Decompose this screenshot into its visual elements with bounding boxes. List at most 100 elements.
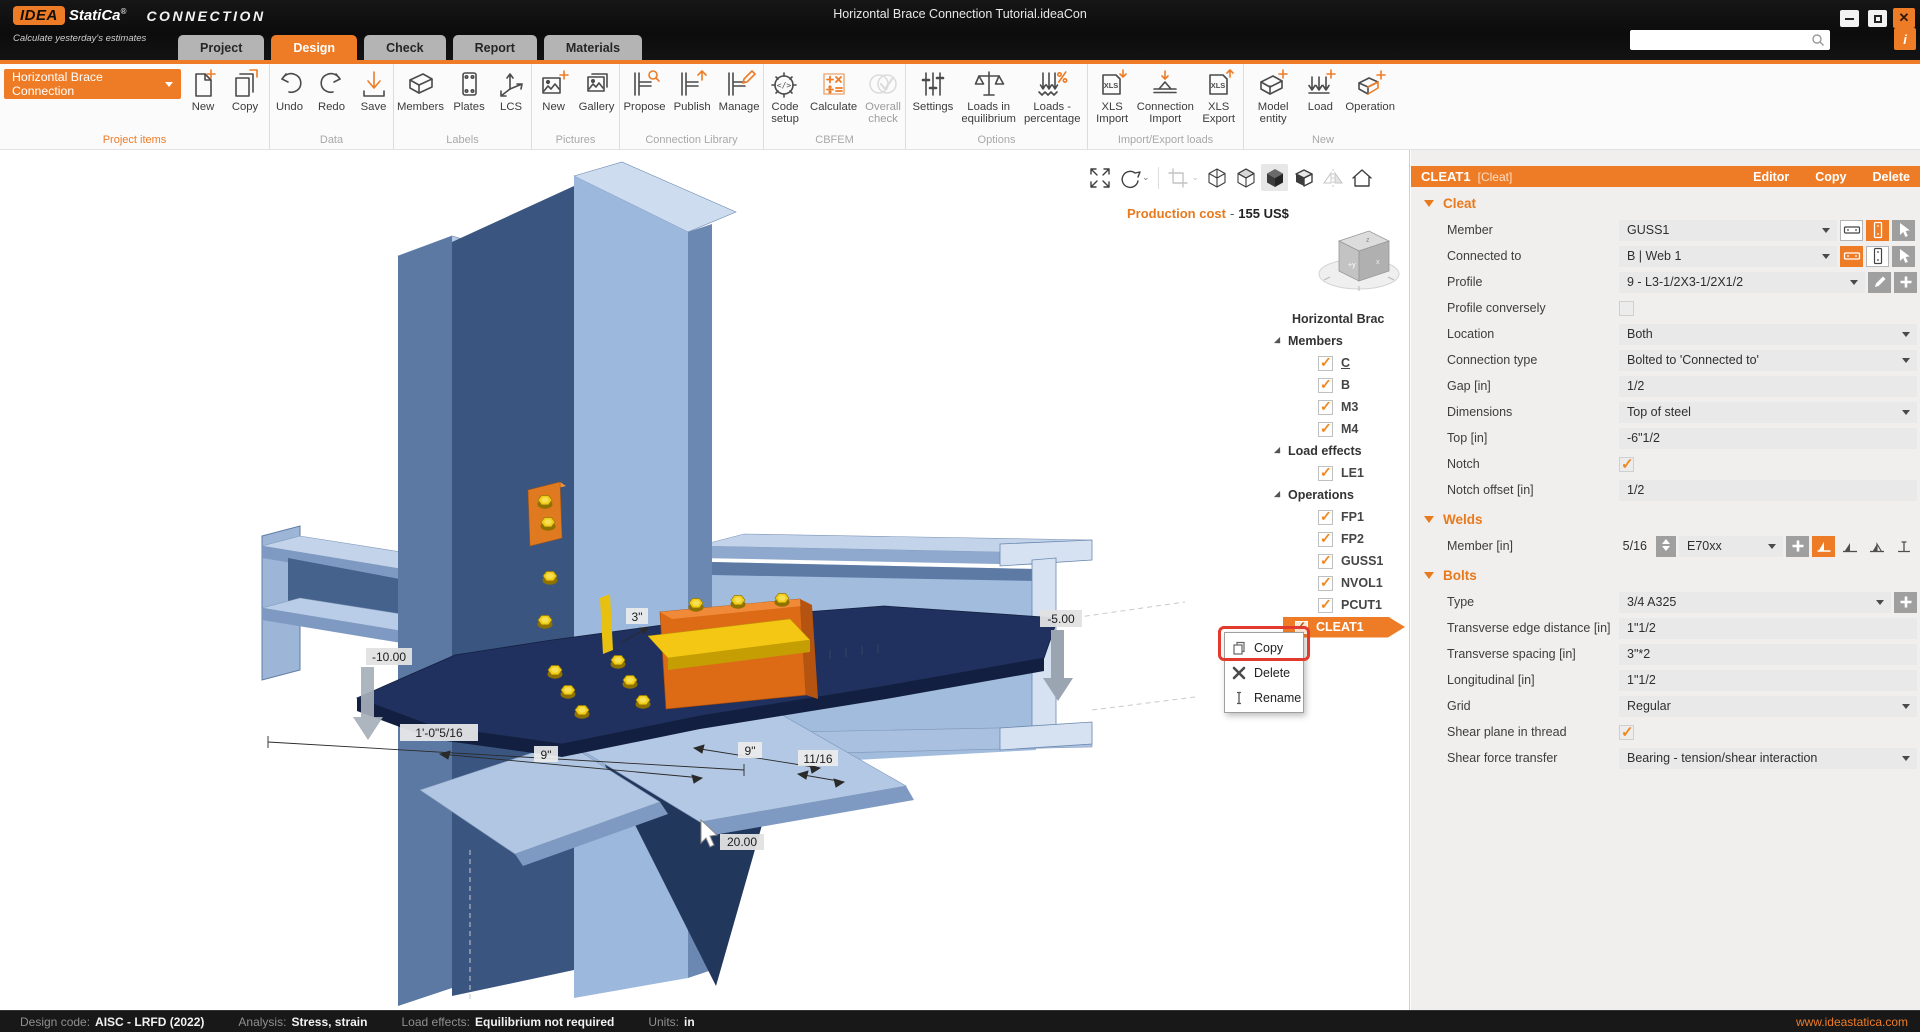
- tree-item-b[interactable]: B: [1262, 374, 1412, 396]
- context-menu-rename[interactable]: Rename: [1225, 685, 1303, 710]
- search-box[interactable]: [1630, 30, 1830, 50]
- checkbox-checked[interactable]: [1318, 400, 1333, 415]
- tree-item-guss1[interactable]: GUSS1: [1262, 550, 1412, 572]
- edit-profile-button[interactable]: [1868, 272, 1891, 293]
- shear-force-transfer-select[interactable]: Bearing - tension/shear interaction: [1619, 748, 1917, 769]
- tree-item-m4[interactable]: M4: [1262, 418, 1412, 440]
- connection-import-button[interactable]: Connection Import: [1134, 67, 1196, 125]
- tree-item-pcut1[interactable]: PCUT1: [1262, 594, 1412, 616]
- checkbox-checked[interactable]: [1318, 532, 1333, 547]
- tree-group-members[interactable]: Members: [1262, 330, 1412, 352]
- save-button[interactable]: Save: [354, 67, 394, 113]
- section-cleat[interactable]: Cleat: [1411, 187, 1920, 217]
- add-weld-button[interactable]: [1786, 536, 1809, 557]
- wireframe-view-button[interactable]: [1203, 164, 1230, 191]
- model-entity-button[interactable]: Model entity: [1248, 67, 1298, 125]
- 3d-viewport[interactable]: -10.00 1'-0"5/16 9" 3" 9" 11/16 -5.00 20…: [0, 150, 1410, 1010]
- weld-size-stepper[interactable]: [1656, 536, 1676, 557]
- connection-type-select[interactable]: Bolted to 'Connected to': [1619, 350, 1917, 371]
- add-bolt-type-button[interactable]: [1894, 592, 1917, 613]
- lcs-button[interactable]: LCS: [491, 67, 531, 113]
- transverse-edge-input[interactable]: 1"1/2: [1619, 618, 1917, 639]
- mirror-view-button[interactable]: [1319, 164, 1346, 191]
- redo-button[interactable]: Redo: [312, 67, 352, 113]
- home-view-button[interactable]: [1348, 164, 1375, 191]
- manage-button[interactable]: Manage: [716, 67, 763, 113]
- member-vertical-plate-button[interactable]: [1866, 220, 1889, 241]
- tab-project[interactable]: Project: [178, 35, 264, 60]
- weld-size-value[interactable]: 5/16: [1619, 539, 1653, 553]
- editor-button[interactable]: Editor: [1753, 170, 1789, 184]
- load-button[interactable]: Load: [1300, 67, 1340, 113]
- checkbox-checked[interactable]: [1619, 725, 1634, 740]
- connected-to-select[interactable]: B | Web 1: [1619, 246, 1837, 267]
- navigation-cube[interactable]: +y x z: [1316, 222, 1402, 301]
- section-tool-button[interactable]: [1165, 164, 1192, 191]
- checkbox-checked[interactable]: [1318, 356, 1333, 371]
- tree-item-fp2[interactable]: FP2: [1262, 528, 1412, 550]
- new-project-item-button[interactable]: New: [183, 67, 223, 113]
- connected-vertical-plate-button[interactable]: [1866, 246, 1889, 267]
- loads-in-equilibrium-button[interactable]: Loads in equilibrium: [958, 67, 1019, 125]
- dimensions-select[interactable]: Top of steel: [1619, 402, 1917, 423]
- tree-group-operations[interactable]: Operations: [1262, 484, 1412, 506]
- project-item-selector[interactable]: Horizontal Brace Connection: [4, 69, 181, 99]
- tree-item-c[interactable]: C: [1262, 352, 1412, 374]
- transparent-view-button[interactable]: [1232, 164, 1259, 191]
- add-profile-button[interactable]: [1894, 272, 1917, 293]
- plates-labels-button[interactable]: Plates: [449, 67, 489, 113]
- location-select[interactable]: Both: [1619, 324, 1917, 345]
- tree-item-le1[interactable]: LE1: [1262, 462, 1412, 484]
- tab-materials[interactable]: Materials: [544, 35, 642, 60]
- info-button[interactable]: i: [1894, 28, 1916, 50]
- checkbox-checked[interactable]: [1318, 378, 1333, 393]
- bolt-type-select[interactable]: 3/4 A325: [1619, 592, 1891, 613]
- settings-button[interactable]: Settings: [910, 67, 957, 113]
- transverse-spacing-input[interactable]: 3"*2: [1619, 644, 1917, 665]
- overall-check-button[interactable]: Overall check: [862, 67, 904, 125]
- rotate-view-button[interactable]: [1115, 164, 1142, 191]
- code-setup-button[interactable]: </> Code setup: [765, 67, 805, 125]
- maximize-button[interactable]: [1868, 10, 1887, 27]
- context-menu-delete[interactable]: Delete: [1225, 660, 1303, 685]
- solid-view-button[interactable]: [1261, 164, 1288, 191]
- checkbox-checked[interactable]: [1318, 554, 1333, 569]
- grid-select[interactable]: Regular: [1619, 696, 1917, 717]
- clipped-view-button[interactable]: [1290, 164, 1317, 191]
- propose-button[interactable]: Propose: [621, 67, 669, 113]
- tree-item-m3[interactable]: M3: [1262, 396, 1412, 418]
- weld-type-fillet-icon[interactable]: [1838, 539, 1862, 554]
- gallery-button[interactable]: Gallery: [576, 67, 618, 113]
- connected-horizontal-plate-button[interactable]: [1840, 246, 1863, 267]
- section-bolts[interactable]: Bolts: [1411, 559, 1920, 589]
- tab-report[interactable]: Report: [453, 35, 537, 60]
- minimize-button[interactable]: [1840, 10, 1859, 27]
- fillet-weld-button[interactable]: [1812, 536, 1835, 557]
- tree-group-load-effects[interactable]: Load effects: [1262, 440, 1412, 462]
- context-menu-copy[interactable]: Copy: [1225, 635, 1303, 660]
- copy-project-item-button[interactable]: Copy: [225, 67, 265, 113]
- checkbox-checked[interactable]: [1318, 598, 1333, 613]
- operation-button[interactable]: Operation: [1342, 67, 1398, 113]
- notch-offset-input[interactable]: 1/2: [1619, 480, 1917, 501]
- top-input[interactable]: -6"1/2: [1619, 428, 1917, 449]
- member-pick-button[interactable]: [1892, 220, 1915, 241]
- connected-pick-button[interactable]: [1892, 246, 1915, 267]
- member-horizontal-plate-button[interactable]: [1840, 220, 1863, 241]
- copy-operation-button[interactable]: Copy: [1815, 170, 1846, 184]
- delete-operation-button[interactable]: Delete: [1872, 170, 1910, 184]
- weld-type-double-fillet-icon[interactable]: [1865, 539, 1889, 554]
- longitudinal-input[interactable]: 1"1/2: [1619, 670, 1917, 691]
- gap-input[interactable]: 1/2: [1619, 376, 1917, 397]
- close-button[interactable]: ✕: [1893, 8, 1915, 28]
- undo-button[interactable]: Undo: [270, 67, 310, 113]
- tab-check[interactable]: Check: [364, 35, 446, 60]
- checkbox-checked[interactable]: [1619, 457, 1634, 472]
- profile-select[interactable]: 9 - L3-1/2X3-1/2X1/2: [1619, 272, 1865, 293]
- website-link[interactable]: www.ideastatica.com: [1796, 1015, 1908, 1029]
- publish-button[interactable]: Publish: [671, 67, 714, 113]
- loads-percentage-button[interactable]: Loads - percentage: [1021, 67, 1084, 125]
- xls-import-button[interactable]: XLS XLS Import: [1092, 67, 1132, 125]
- checkbox-checked[interactable]: [1318, 466, 1333, 481]
- checkbox-checked[interactable]: [1318, 576, 1333, 591]
